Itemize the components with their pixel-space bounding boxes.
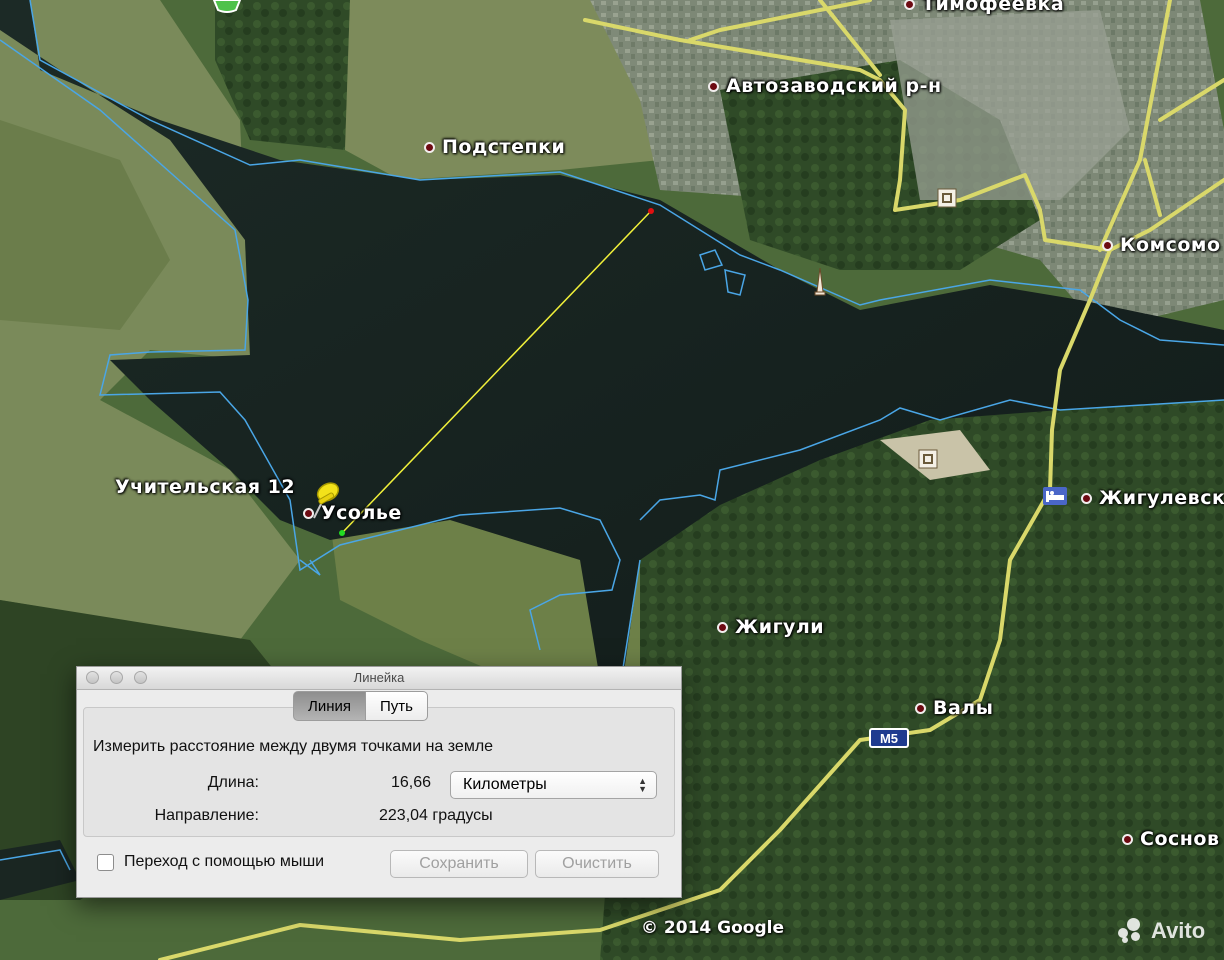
poi-square-icon [937,188,957,208]
length-label: Длина: [207,774,259,791]
ruler-description: Измерить расстояние между двумя точками … [93,738,494,755]
tab-path[interactable]: Путь [366,691,428,721]
save-button[interactable]: Сохранить [390,850,528,878]
avito-logo-icon [1118,918,1146,944]
ruler-window: Линейка Линия Путь Измерить расстояние м… [76,666,682,898]
place-marker-icon [1122,833,1133,845]
window-title: Линейка [353,670,405,685]
clear-button[interactable]: Очистить [535,850,659,878]
place-marker-icon [904,0,915,10]
place-label: Учительская 12 [115,476,296,498]
place-podstepki[interactable]: Подстепки [424,136,565,158]
place-marker-icon [1081,492,1092,504]
pushpin-icon[interactable] [304,478,344,522]
place-marker-icon [717,621,728,633]
place-marker-icon [1102,239,1113,251]
place-marker-icon [708,80,719,92]
landmark-tower-icon [814,268,826,296]
place-label: Жигулевск [1099,487,1224,509]
watermark: Avito [1118,918,1205,944]
place-label: Тимофеевка [922,0,1065,15]
window-titlebar[interactable]: Линейка [77,667,681,690]
length-value: 16,66 [391,774,432,791]
green-marker-icon [212,0,242,13]
map-copyright: © 2014 Google [641,918,784,938]
heading-label: Направление: [154,807,259,824]
mouse-navigation-label[interactable]: Переход с помощью мыши [124,853,324,871]
mouse-navigation-checkbox[interactable] [97,854,114,871]
highway-shield-m5: M5 [869,728,909,748]
place-valy[interactable]: Валы [915,697,993,719]
place-label: Комсомо [1120,234,1221,256]
place-sosnovy[interactable]: Соснов [1122,828,1219,850]
poi-square-icon [918,449,938,469]
place-marker-icon [915,702,926,714]
place-marker-icon [424,141,435,153]
select-arrows-icon: ▲ ▼ [638,776,647,794]
place-label: Валы [933,697,994,719]
place-label: Автозаводский р-н [726,75,942,97]
place-label: Подстепки [442,136,566,158]
ruler-end-point[interactable] [648,208,654,214]
tab-line[interactable]: Линия [293,691,367,721]
place-avtozavodsky[interactable]: Автозаводский р-н [708,75,942,97]
hotel-bed-icon [1043,487,1067,505]
place-uchitelskaya[interactable]: Учительская 12 [115,476,295,498]
mode-tabs: Линия Путь [293,691,428,721]
units-select[interactable]: Километры ▲ ▼ [450,771,657,799]
place-timofeevka[interactable]: Тимофеевка [904,0,1064,15]
units-select-value: Километры [463,776,547,793]
place-komsomolsk[interactable]: Комсомо [1102,234,1221,256]
place-label: Соснов [1140,828,1220,850]
place-zhigulevsk[interactable]: Жигулевск [1081,487,1224,509]
heading-value: 223,04 градусы [379,807,493,824]
ruler-start-point[interactable] [339,530,345,536]
place-label: Жигули [735,616,825,638]
place-zhiguli[interactable]: Жигули [717,616,824,638]
watermark-text: Avito [1151,918,1206,943]
